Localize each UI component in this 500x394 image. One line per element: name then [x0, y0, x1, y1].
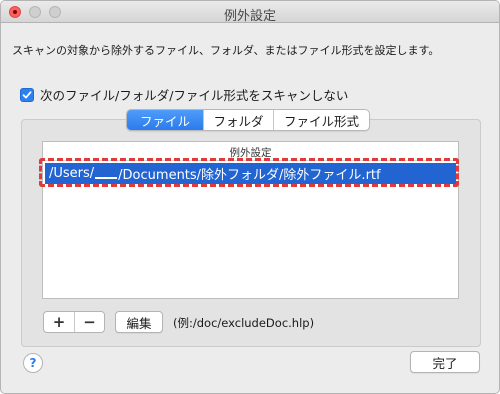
exclusion-type-tabs: ファイル フォルダ ファイル形式 — [126, 109, 370, 131]
add-button[interactable]: + — [44, 312, 74, 332]
exclude-checkbox[interactable] — [20, 87, 34, 102]
edit-button[interactable]: 編集 — [115, 311, 163, 333]
tab-file-type[interactable]: ファイル形式 — [273, 110, 369, 130]
checkmark-icon — [22, 90, 32, 98]
remove-button[interactable]: − — [74, 312, 104, 332]
done-button[interactable]: 完了 — [410, 351, 480, 373]
exclude-checkbox-row[interactable]: 次のファイル/フォルダ/ファイル形式をスキャンしない — [20, 85, 348, 104]
title-bar: 例外設定 — [1, 1, 499, 24]
tab-file[interactable]: ファイル — [127, 110, 203, 130]
tab-folder[interactable]: フォルダ — [203, 110, 273, 130]
description-text: スキャンの対象から除外するファイル、フォルダ、またはファイル形式を設定します。 — [12, 44, 440, 57]
add-remove-control: + − — [43, 311, 105, 333]
selection-highlight-annotation — [39, 158, 459, 187]
example-path-text: (例:/doc/excludeDoc.hlp) — [173, 316, 315, 330]
help-button[interactable]: ? — [23, 353, 43, 373]
window-title: 例外設定 — [223, 9, 276, 24]
exclude-checkbox-label[interactable]: 次のファイル/フォルダ/ファイル形式をスキャンしない — [40, 85, 348, 104]
exclusion-settings-window: 例外設定 スキャンの対象から除外するファイル、フォルダ、またはファイル形式を設定… — [0, 0, 500, 394]
